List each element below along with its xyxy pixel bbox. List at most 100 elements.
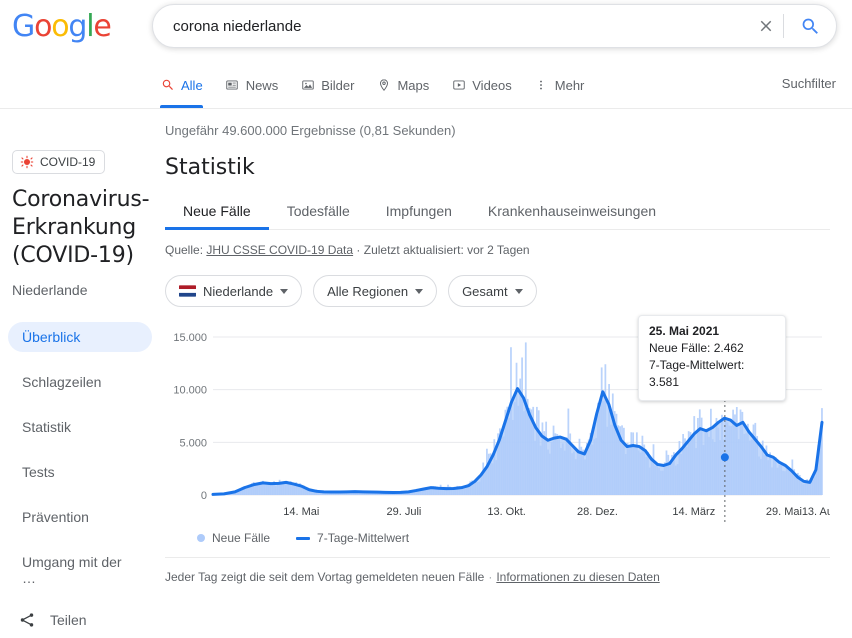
legend-dot-icon (197, 534, 205, 542)
sidebar-nav: Überblick Schlagzeilen Statistik Tests P… (0, 322, 160, 593)
statistics-panel: Statistik Neue Fälle Todesfälle Impfunge… (165, 155, 830, 584)
share-label: Teilen (50, 612, 87, 628)
tab-impfungen[interactable]: Impfungen (368, 203, 470, 229)
search-nav-items: Alle News Bilder Maps Videos Mehr (160, 62, 606, 108)
tab-bilder-label: Bilder (321, 77, 355, 93)
sidebar-item-praevention[interactable]: Prävention (8, 502, 152, 532)
search-icon (802, 18, 818, 34)
footnote-link[interactable]: Informationen zu diesen Daten (496, 570, 659, 584)
y-axis-tick-label: 5.000 (179, 437, 207, 449)
x-axis-tick-label: 29. Mai (766, 506, 802, 518)
flag-netherlands-icon (179, 285, 196, 297)
tab-videos[interactable]: Videos (451, 62, 512, 108)
chevron-down-icon (514, 288, 523, 294)
logo-letter-g: g (68, 9, 87, 44)
search-icon (160, 78, 175, 93)
search-filters-button[interactable]: Suchfilter (782, 76, 836, 91)
footnote-separator: · (488, 570, 493, 584)
virus-icon (20, 155, 34, 169)
tab-maps-label: Maps (397, 77, 430, 93)
chart-legend: Neue Fälle 7-Tage-Mittelwert (165, 531, 830, 545)
tab-mehr-label: Mehr (554, 77, 585, 93)
sidebar-item-uberblick[interactable]: Überblick (8, 322, 152, 352)
search-box[interactable] (152, 4, 837, 48)
chip-country[interactable]: Niederlande (165, 275, 303, 307)
filter-chips: Niederlande Alle Regionen Gesamt (165, 275, 830, 307)
tab-krankenhauseinweisungen[interactable]: Krankenhauseinweisungen (470, 203, 674, 229)
tab-bilder[interactable]: Bilder (300, 62, 354, 108)
logo-letter-e: e (93, 9, 111, 44)
image-icon (300, 78, 315, 93)
chevron-down-icon (280, 288, 289, 294)
page-header: Google (0, 0, 852, 62)
tab-videos-label: Videos (472, 77, 512, 93)
tooltip-average: 7-Tage-Mittelwert: 3.581 (649, 358, 745, 389)
map-pin-icon (376, 78, 391, 93)
chart-hover-point (720, 453, 729, 462)
tooltip-new-cases: Neue Fälle: 2.462 (649, 341, 744, 355)
legend-item-neue-faelle[interactable]: Neue Fälle (197, 531, 270, 545)
logo-letter-o1: o (34, 9, 52, 44)
tab-neue-faelle[interactable]: Neue Fälle (165, 203, 269, 230)
chip-regions[interactable]: Alle Regionen (313, 275, 438, 307)
x-axis-tick-label: 14. Mai (283, 506, 319, 518)
page-title: Coronavirus-Erkrankung (COVID-19) (12, 187, 150, 268)
more-vertical-icon (534, 78, 549, 93)
x-axis-tick-label: 13. Okt. (487, 506, 526, 518)
tab-news[interactable]: News (225, 62, 279, 108)
x-axis-tick-label: 13. Aug. (802, 506, 830, 518)
close-icon (760, 20, 772, 32)
statistics-tabs: Neue Fälle Todesfälle Impfungen Krankenh… (165, 196, 830, 230)
chart-tooltip: 25. Mai 2021 Neue Fälle: 2.462 7-Tage-Mi… (638, 315, 786, 401)
search-submit-button[interactable] (784, 4, 836, 48)
page-subtitle: Niederlande (12, 282, 88, 298)
chart-area-fill (213, 388, 822, 495)
covid-cases-chart[interactable]: 0 5.000 10.000 15.000 14. Mai 29. Juli 13. Okt… (165, 315, 830, 525)
source-suffix: · Zuletzt aktualisiert: vor 2 Tagen (353, 243, 530, 257)
tab-news-label: News (245, 77, 279, 93)
chip-total-label: Gesamt (462, 283, 508, 299)
tab-alle-label: Alle (181, 77, 203, 93)
chip-total[interactable]: Gesamt (448, 275, 537, 307)
covid-badge[interactable]: COVID-19 (12, 150, 106, 174)
source-line: Quelle: JHU CSSE COVID-19 Data · Zuletzt… (165, 243, 830, 257)
covid-badge-label: COVID-19 (40, 155, 96, 169)
logo-letter-G: G (12, 9, 35, 44)
clear-search-button[interactable] (749, 4, 783, 48)
sidebar-item-statistik[interactable]: Statistik (8, 412, 152, 442)
tab-maps[interactable]: Maps (376, 62, 429, 108)
legend-item-mittelwert[interactable]: 7-Tage-Mittelwert (296, 531, 409, 545)
tab-todesfaelle[interactable]: Todesfälle (269, 203, 368, 229)
logo-letter-o2: o (51, 9, 69, 44)
tab-mehr[interactable]: Mehr (534, 62, 585, 108)
source-link[interactable]: JHU CSSE COVID-19 Data (206, 243, 353, 257)
result-stats: Ungefähr 49.600.000 Ergebnisse (0,81 Sek… (165, 123, 456, 138)
source-prefix: Quelle: (165, 243, 207, 257)
knowledge-panel-sidebar: COVID-19 Coronavirus-Erkrankung (COVID-1… (0, 150, 160, 629)
x-axis-tick-label: 29. Juli (386, 506, 421, 518)
tab-alle[interactable]: Alle (160, 62, 203, 108)
search-nav-bar: Alle News Bilder Maps Videos Mehr Suchfi… (0, 62, 852, 109)
legend-label-mittelwert: 7-Tage-Mittelwert (317, 531, 410, 545)
y-axis-tick-label: 15.000 (173, 332, 207, 344)
x-axis-tick-label: 28. Dez. (577, 506, 618, 518)
logo-letter-l: l (86, 9, 94, 44)
y-axis-tick-label: 0 (201, 490, 207, 502)
video-icon (451, 78, 466, 93)
search-input[interactable] (153, 17, 749, 35)
chip-country-label: Niederlande (203, 283, 274, 299)
sidebar-item-schlagzeilen[interactable]: Schlagzeilen (8, 367, 152, 397)
sidebar-item-tests[interactable]: Tests (8, 457, 152, 487)
chevron-down-icon (415, 288, 424, 294)
legend-line-icon (296, 536, 311, 540)
sidebar-item-umgang[interactable]: Umgang mit der … (8, 547, 152, 593)
share-button[interactable]: Teilen (18, 611, 160, 629)
google-logo[interactable]: Google (12, 9, 112, 44)
chart-footnote: Jeder Tag zeigt die seit dem Vortag geme… (165, 557, 830, 584)
footnote-text: Jeder Tag zeigt die seit dem Vortag geme… (165, 570, 485, 584)
share-icon (20, 613, 34, 627)
y-axis-tick-label: 10.000 (173, 385, 207, 397)
chip-regions-label: Alle Regionen (327, 283, 409, 299)
tooltip-date: 25. Mai 2021 (649, 324, 720, 338)
x-axis-tick-label: 14. März (672, 506, 715, 518)
